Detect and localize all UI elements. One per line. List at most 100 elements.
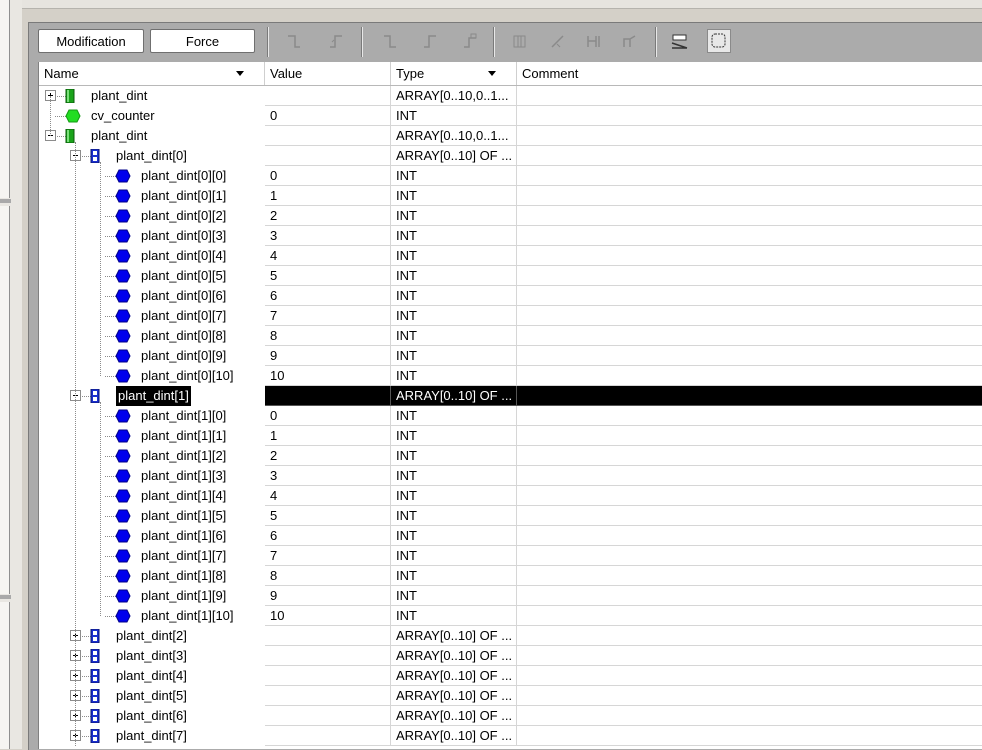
table-row[interactable]: plant_dint[1][10] 10 INT (39, 606, 982, 626)
value-cell[interactable]: 1 (265, 186, 391, 206)
name-cell[interactable]: plant_dint[1] (39, 386, 265, 406)
name-cell[interactable]: plant_dint[0][8] (39, 326, 265, 346)
name-cell[interactable]: plant_dint[0][1] (39, 186, 265, 206)
comment-cell[interactable] (517, 126, 982, 146)
name-cell[interactable]: plant_dint[1][1] (39, 426, 265, 446)
value-cell[interactable]: 0 (265, 166, 391, 186)
name-cell[interactable]: plant_dint[5] (39, 686, 265, 706)
value-cell[interactable]: 8 (265, 566, 391, 586)
comment-cell[interactable] (517, 546, 982, 566)
name-cell[interactable]: plant_dint[2] (39, 626, 265, 646)
column-header-comment[interactable]: Comment (517, 62, 982, 85)
table-row[interactable]: plant_dint[2] ARRAY[0..10] OF ... (39, 626, 982, 646)
comment-cell[interactable] (517, 346, 982, 366)
comment-cell[interactable] (517, 486, 982, 506)
table-row[interactable]: plant_dint[0][2] 2 INT (39, 206, 982, 226)
comment-cell[interactable] (517, 526, 982, 546)
name-cell[interactable]: plant_dint[7] (39, 726, 265, 746)
name-cell[interactable]: plant_dint[4] (39, 666, 265, 686)
value-cell[interactable]: 10 (265, 366, 391, 386)
comment-cell[interactable] (517, 726, 982, 746)
comment-cell[interactable] (517, 446, 982, 466)
name-cell[interactable]: plant_dint (39, 86, 265, 106)
name-cell[interactable]: plant_dint[0][7] (39, 306, 265, 326)
display-format-icon[interactable] (669, 32, 691, 52)
comment-cell[interactable] (517, 186, 982, 206)
value-cell[interactable]: 0 (265, 406, 391, 426)
table-row[interactable]: plant_dint[0][4] 4 INT (39, 246, 982, 266)
comment-cell[interactable] (517, 626, 982, 646)
name-cell[interactable]: plant_dint[0][3] (39, 226, 265, 246)
table-row[interactable]: plant_dint[1][7] 7 INT (39, 546, 982, 566)
value-cell[interactable]: 7 (265, 546, 391, 566)
value-cell[interactable] (265, 686, 391, 706)
comment-cell[interactable] (517, 686, 982, 706)
value-cell[interactable]: 1 (265, 426, 391, 446)
value-cell[interactable] (265, 726, 391, 746)
comment-cell[interactable] (517, 306, 982, 326)
name-cell[interactable]: plant_dint[1][4] (39, 486, 265, 506)
name-cell[interactable]: plant_dint[0][5] (39, 266, 265, 286)
dock-splitter[interactable] (0, 199, 11, 203)
table-row[interactable]: plant_dint[0][3] 3 INT (39, 226, 982, 246)
name-cell[interactable]: cv_counter (39, 106, 265, 126)
value-cell[interactable]: 10 (265, 606, 391, 626)
table-row[interactable]: plant_dint[1][9] 9 INT (39, 586, 982, 606)
comment-cell[interactable] (517, 366, 982, 386)
table-row[interactable]: plant_dint ARRAY[0..10,0..1... (39, 86, 982, 106)
value-cell[interactable]: 2 (265, 446, 391, 466)
comment-cell[interactable] (517, 666, 982, 686)
value-cell[interactable] (265, 126, 391, 146)
value-cell[interactable]: 3 (265, 226, 391, 246)
force-button[interactable]: Force (150, 29, 255, 53)
table-row[interactable]: plant_dint[1][4] 4 INT (39, 486, 982, 506)
comment-cell[interactable] (517, 226, 982, 246)
table-row[interactable]: plant_dint[0][1] 1 INT (39, 186, 982, 206)
table-row[interactable]: plant_dint[1][1] 1 INT (39, 426, 982, 446)
force-to-zero-icon[interactable] (283, 32, 305, 52)
table-row[interactable]: plant_dint[1][3] 3 INT (39, 466, 982, 486)
value-cell[interactable]: 5 (265, 266, 391, 286)
table-row[interactable]: plant_dint[1] ARRAY[0..10] OF ... (39, 386, 982, 406)
set-to-one-icon[interactable] (419, 32, 441, 52)
name-cell[interactable]: plant_dint[1][0] (39, 406, 265, 426)
name-cell[interactable]: plant_dint[1][3] (39, 466, 265, 486)
value-cell[interactable]: 0 (265, 106, 391, 126)
comment-cell[interactable] (517, 246, 982, 266)
value-cell[interactable]: 6 (265, 526, 391, 546)
force-to-one-icon[interactable] (325, 32, 347, 52)
comment-cell[interactable] (517, 286, 982, 306)
dock-splitter[interactable] (0, 595, 11, 599)
table-row[interactable]: plant_dint[0][9] 9 INT (39, 346, 982, 366)
comment-cell[interactable] (517, 106, 982, 126)
name-cell[interactable]: plant_dint[0][0] (39, 166, 265, 186)
comment-cell[interactable] (517, 466, 982, 486)
table-row[interactable]: plant_dint[7] ARRAY[0..10] OF ... (39, 726, 982, 746)
comment-cell[interactable] (517, 406, 982, 426)
name-cell[interactable]: plant_dint[1][6] (39, 526, 265, 546)
pulse-icon[interactable] (583, 32, 605, 52)
comment-cell[interactable] (517, 266, 982, 286)
name-cell[interactable]: plant_dint[3] (39, 646, 265, 666)
comment-cell[interactable] (517, 326, 982, 346)
value-cell[interactable]: 2 (265, 206, 391, 226)
value-cell[interactable]: 3 (265, 466, 391, 486)
table-row[interactable]: plant_dint[0][5] 5 INT (39, 266, 982, 286)
value-cell[interactable] (265, 666, 391, 686)
unforce-icon[interactable] (459, 32, 481, 52)
name-cell[interactable]: plant_dint[0][2] (39, 206, 265, 226)
value-cell[interactable]: 9 (265, 346, 391, 366)
table-row[interactable]: plant_dint[0][6] 6 INT (39, 286, 982, 306)
comment-cell[interactable] (517, 86, 982, 106)
comment-cell[interactable] (517, 706, 982, 726)
table-row[interactable]: plant_dint[0][8] 8 INT (39, 326, 982, 346)
value-cell[interactable] (265, 706, 391, 726)
table-row[interactable]: plant_dint ARRAY[0..10,0..1... (39, 126, 982, 146)
name-cell[interactable]: plant_dint[0][10] (39, 366, 265, 386)
name-cell[interactable]: plant_dint[1][5] (39, 506, 265, 526)
value-cell[interactable] (265, 646, 391, 666)
value-cell[interactable]: 5 (265, 506, 391, 526)
value-cell[interactable] (265, 146, 391, 166)
name-cell[interactable]: plant_dint[0][9] (39, 346, 265, 366)
comment-cell[interactable] (517, 426, 982, 446)
